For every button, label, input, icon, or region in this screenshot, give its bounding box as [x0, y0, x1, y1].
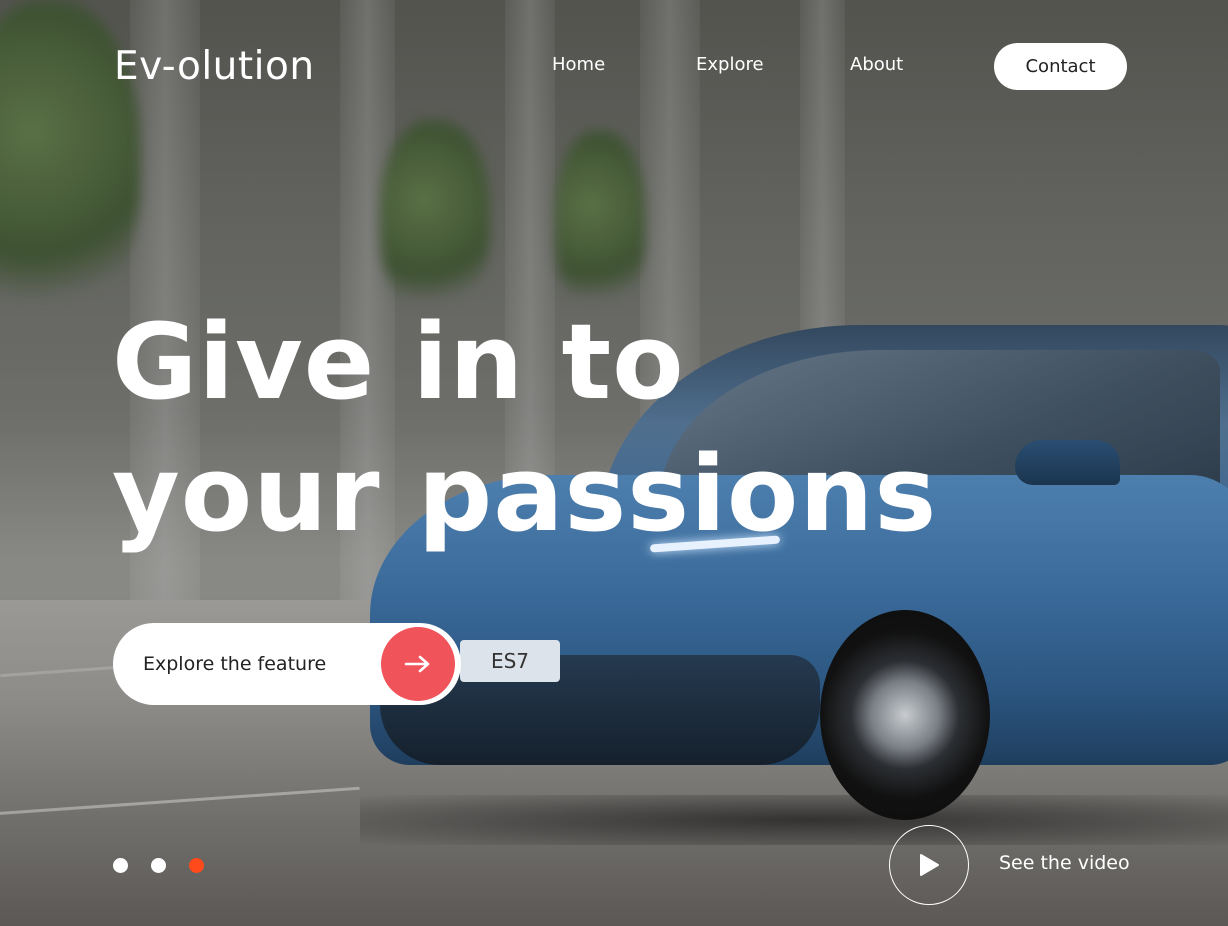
slider-dot-3[interactable]	[189, 858, 204, 873]
slider-dot-2[interactable]	[151, 858, 166, 873]
car-shadow	[360, 795, 1228, 845]
hero-headline: Give in to your passions	[112, 296, 937, 560]
car-mirror	[1015, 440, 1120, 485]
see-video-link[interactable]: See the video	[999, 852, 1130, 874]
nav-item-about[interactable]: About	[850, 54, 903, 75]
headline-line-2: your passions	[112, 433, 938, 555]
nav-item-explore[interactable]: Explore	[696, 54, 764, 75]
background-tree	[380, 120, 490, 320]
headline-line-1: Give in to	[112, 301, 685, 423]
license-plate: ES7	[460, 640, 560, 682]
slider-dot-1[interactable]	[113, 858, 128, 873]
background-tree	[555, 130, 645, 320]
car-wheel	[820, 610, 990, 820]
arrow-right-icon[interactable]	[381, 627, 455, 701]
play-icon	[920, 854, 939, 876]
contact-button[interactable]: Contact	[994, 43, 1127, 90]
play-video-button[interactable]	[889, 825, 969, 905]
explore-feature-label: Explore the feature	[143, 653, 327, 675]
explore-feature-button[interactable]: Explore the feature	[113, 623, 461, 705]
nav-item-home[interactable]: Home	[552, 54, 605, 75]
